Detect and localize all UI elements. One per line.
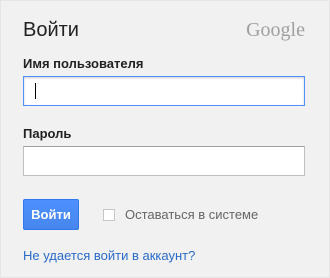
stay-signed-in-label: Оставаться в системе xyxy=(125,207,259,222)
sign-in-card: Войти Google Имя пользователя Пароль Вой… xyxy=(0,0,330,278)
password-label: Пароль xyxy=(23,126,72,141)
password-field[interactable] xyxy=(23,146,305,176)
cant-sign-in-link[interactable]: Не удается войти в аккаунт? xyxy=(23,248,195,263)
text-caret xyxy=(35,83,36,99)
username-label: Имя пользователя xyxy=(23,56,144,71)
username-field[interactable] xyxy=(23,76,305,106)
sign-in-button[interactable]: Войти xyxy=(23,199,79,230)
stay-signed-in-checkbox[interactable] xyxy=(103,208,115,221)
page-title: Войти xyxy=(23,19,79,41)
stay-signed-in-row[interactable]: Оставаться в системе xyxy=(103,207,258,222)
google-logo: Google xyxy=(246,19,305,41)
